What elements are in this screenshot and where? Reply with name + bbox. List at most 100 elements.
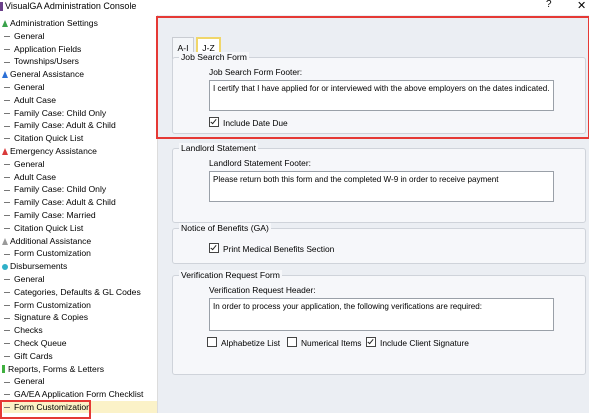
tree-item-label: Adult Case (14, 94, 57, 105)
include-client-signature-checkbox[interactable]: Include Client Signature (366, 337, 469, 348)
close-button[interactable]: ✕ (577, 0, 586, 12)
tree-item[interactable]: General (3, 30, 45, 42)
verification-header-input[interactable]: In order to process your application, th… (209, 298, 554, 331)
tree-item-label: Reports, Forms & Letters (8, 363, 104, 374)
checkbox-label: Numerical Items (301, 338, 362, 348)
tree-item[interactable]: Checks (3, 324, 43, 336)
tree-item[interactable]: Form Customization (3, 299, 91, 311)
tree-item-label: Form Customization (14, 299, 91, 310)
tree-category[interactable]: Emergency Assistance (2, 145, 97, 157)
tree-connector-icon (4, 48, 10, 50)
settings-icon (2, 20, 8, 27)
checkbox-checked-icon (209, 117, 219, 127)
tree-item[interactable]: Check Queue (3, 337, 67, 349)
job-search-footer-label: Job Search Form Footer: (209, 67, 303, 77)
tree-connector-icon (4, 202, 10, 204)
verification-header-label: Verification Request Header: (209, 285, 316, 295)
tree-category[interactable]: Additional Assistance (2, 235, 91, 247)
tree-item[interactable]: General (3, 81, 45, 93)
landlord-footer-text: Please return both this form and the com… (213, 175, 499, 184)
tree-item[interactable]: Family Case: Adult & Child (3, 196, 116, 208)
additional-icon (2, 237, 8, 245)
numerical-items-checkbox[interactable]: Numerical Items (287, 337, 362, 348)
job-search-group: Job Search Form Job Search Form Footer: … (172, 52, 586, 134)
tree-connector-icon (4, 253, 10, 255)
tree-item[interactable]: Categories, Defaults & GL Codes (3, 286, 141, 298)
tree-connector-icon (4, 189, 10, 191)
tree-item-label: General (14, 376, 45, 387)
group-title: Verification Request Form (179, 270, 282, 281)
notice-of-benefits-group: Notice of Benefits (GA) Print Medical Be… (172, 223, 586, 264)
tree-item[interactable]: Adult Case (3, 171, 56, 183)
tree-item[interactable]: GA/EA Application Form Checklist (3, 388, 143, 400)
tree-item-label: Townships/Users (14, 56, 79, 67)
tree-category[interactable]: Reports, Forms & Letters (2, 363, 104, 375)
tree-connector-icon (4, 100, 10, 102)
tree-item[interactable]: General (3, 375, 45, 387)
job-search-footer-input[interactable]: I certify that I have applied for or int… (209, 80, 554, 111)
print-medical-benefits-checkbox[interactable]: Print Medical Benefits Section (209, 243, 334, 254)
tree-item[interactable]: Signature & Copies (3, 311, 88, 323)
window-title: VisualGA Administration Console (5, 1, 137, 11)
group-title: Landlord Statement (179, 143, 259, 154)
tree-item[interactable]: Family Case: Adult & Child (3, 119, 116, 131)
tree-item-label: General (14, 158, 45, 169)
title-bar: VisualGA Administration Console ? ✕ (0, 0, 589, 14)
tree-item-label: Family Case: Child Only (14, 184, 107, 195)
tree-item[interactable]: Gift Cards (3, 350, 53, 362)
tree-item-label: GA/EA Application Form Checklist (14, 389, 144, 400)
help-button[interactable]: ? (546, 0, 552, 10)
tree-item-label: General (14, 30, 45, 41)
tree-connector-icon (4, 407, 10, 409)
tree-item[interactable]: Family Case: Child Only (3, 183, 106, 195)
tree-item[interactable]: Application Fields (3, 43, 81, 55)
tree-item[interactable]: General (3, 158, 45, 170)
tree-connector-icon (4, 343, 10, 345)
tree-connector-icon (4, 279, 10, 281)
checkbox-unchecked-icon (287, 337, 297, 347)
tree-connector-icon (4, 356, 10, 358)
tree-connector-icon (4, 61, 10, 63)
navigation-tree: Administration Settings General Applicatio… (0, 15, 158, 413)
checkbox-label: Alphabetize List (221, 338, 281, 348)
checkbox-checked-icon (366, 337, 376, 347)
tree-item-label: Form Customization (14, 248, 91, 259)
tree-item[interactable]: Citation Quick List (3, 132, 83, 144)
tree-item-label: Checks (14, 325, 43, 336)
tree-connector-icon (4, 125, 10, 127)
alphabetize-list-checkbox[interactable]: Alphabetize List (207, 337, 280, 348)
tree-item[interactable]: Townships/Users (3, 55, 79, 67)
tree-item-label: Form Customization (14, 402, 91, 412)
group-title: Notice of Benefits (GA) (179, 223, 271, 234)
tree-category[interactable]: General Assistance (2, 68, 84, 80)
tree-connector-icon (4, 164, 10, 166)
tree-item[interactable]: Family Case: Child Only (3, 107, 106, 119)
tree-item-label: Application Fields (14, 43, 82, 54)
tree-item[interactable]: Citation Quick List (3, 222, 83, 234)
verification-request-group: Verification Request Form Verification R… (172, 270, 586, 375)
tree-connector-icon (4, 138, 10, 140)
tree-item[interactable]: Family Case: Married (3, 209, 96, 221)
include-date-due-checkbox[interactable]: Include Date Due (209, 117, 288, 128)
tree-item[interactable]: Adult Case (3, 94, 56, 106)
landlord-statement-group: Landlord Statement Landlord Statement Fo… (172, 143, 586, 223)
group-title: Job Search Form (179, 52, 249, 63)
tree-item[interactable]: General (3, 273, 45, 285)
landlord-footer-input[interactable]: Please return both this form and the com… (209, 171, 554, 202)
tree-item-label: Emergency Assistance (10, 146, 97, 156)
tree-connector-icon (4, 304, 10, 306)
checkbox-label: Include Client Signature (380, 338, 469, 348)
tree-connector-icon (4, 330, 10, 332)
checkbox-label: Print Medical Benefits Section (223, 244, 335, 254)
tree-category[interactable]: Administration Settings (2, 17, 98, 29)
tree-category[interactable]: Disbursements (2, 260, 67, 272)
tree-item-label: Family Case: Adult & Child (14, 120, 116, 131)
tree-item-label: Family Case: Adult & Child (14, 197, 116, 208)
tree-connector-icon (4, 317, 10, 319)
tree-item-label: Gift Cards (14, 350, 53, 361)
tree-item[interactable]: Form Customization (3, 401, 157, 413)
tree-item-label: Signature & Copies (14, 312, 89, 323)
tree-item[interactable]: Form Customization (3, 247, 91, 259)
tree-item-label: Administration Settings (10, 18, 98, 28)
tree-item-label: Family Case: Married (14, 210, 96, 220)
